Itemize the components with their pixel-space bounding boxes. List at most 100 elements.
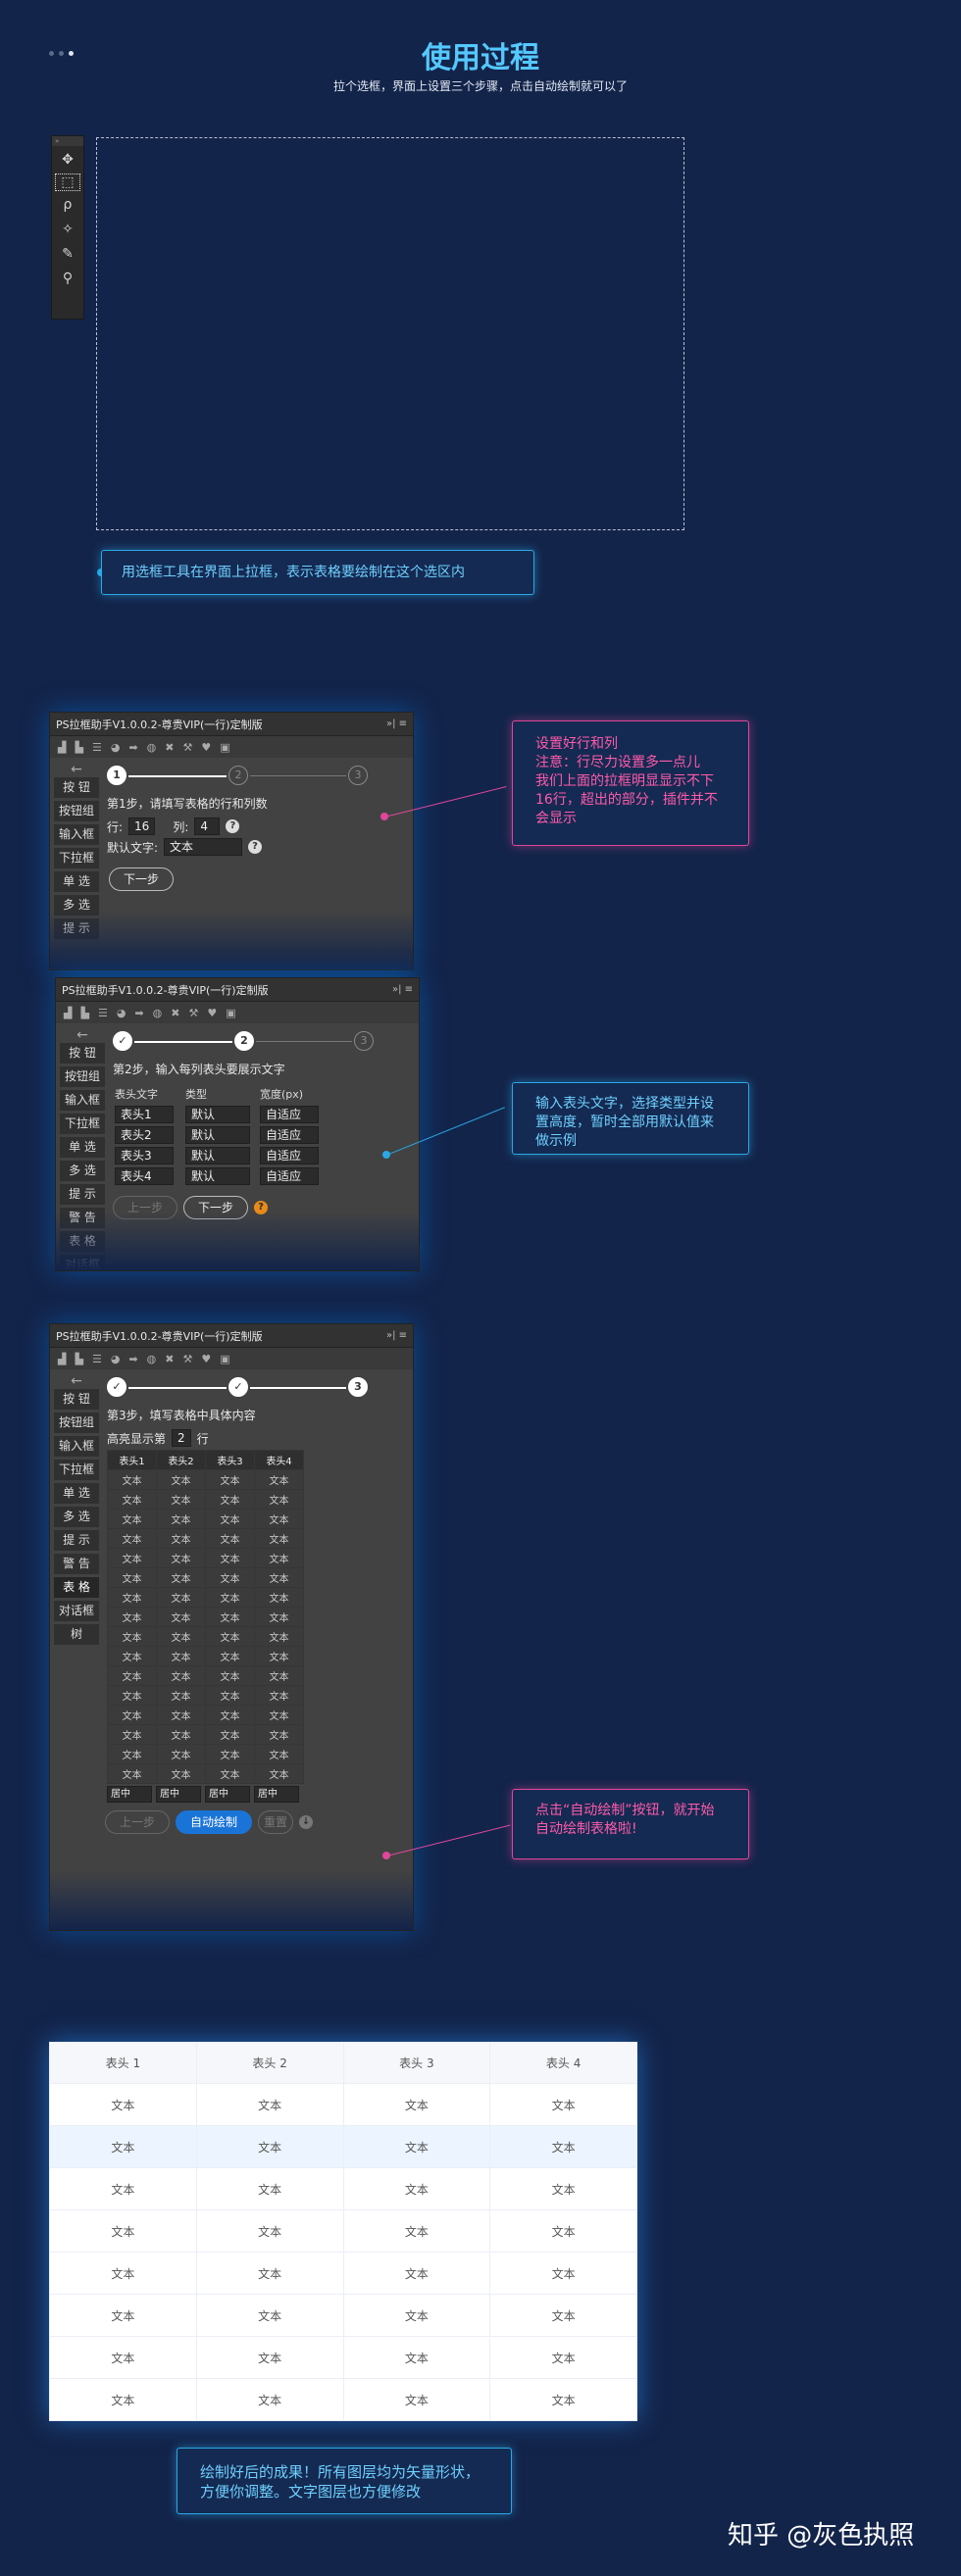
grid-cell[interactable]: 文本: [254, 1626, 304, 1647]
marquee-tool-icon[interactable]: ⬚: [55, 173, 80, 191]
close-icon[interactable]: ✖: [171, 1007, 179, 1019]
grid-cell[interactable]: 文本: [254, 1646, 304, 1666]
close-icon[interactable]: ✖: [165, 1353, 174, 1365]
grid-cell[interactable]: 文本: [156, 1665, 206, 1686]
sidebar-item-dropdown[interactable]: 下拉框: [60, 1114, 105, 1134]
list-icon[interactable]: ☰: [92, 741, 102, 754]
globe-icon[interactable]: ◍: [147, 741, 157, 754]
auto-draw-button[interactable]: 自动绘制: [176, 1810, 253, 1834]
sidebar-item-tip[interactable]: 提 示: [60, 1184, 105, 1205]
grid-cell[interactable]: 文本: [107, 1528, 157, 1549]
sidebar-item-input[interactable]: 输入框: [54, 824, 99, 845]
sidebar-item-button[interactable]: 按 钮: [54, 777, 99, 798]
brush-tool-icon[interactable]: ✎: [55, 243, 80, 265]
grid-cell[interactable]: 文本: [107, 1587, 157, 1608]
grid-cell[interactable]: 文本: [254, 1744, 304, 1764]
globe-icon[interactable]: ◍: [147, 1353, 157, 1365]
grid-cell[interactable]: 文本: [254, 1665, 304, 1686]
grid-cell[interactable]: 文本: [254, 1685, 304, 1706]
toolbar-handle[interactable]: »: [52, 136, 83, 146]
help-icon[interactable]: ?: [226, 819, 240, 833]
pie-icon[interactable]: ◕: [111, 741, 121, 754]
cols-input[interactable]: 4: [194, 817, 221, 835]
align-select[interactable]: 居中: [107, 1786, 152, 1803]
grid-cell[interactable]: 文本: [156, 1587, 206, 1608]
arrow-icon[interactable]: ➡: [128, 741, 137, 754]
highlight-row-input[interactable]: 2: [172, 1429, 191, 1447]
sidebar-item-checkbox[interactable]: 多 选: [54, 1507, 99, 1527]
grid-cell[interactable]: 文本: [107, 1744, 157, 1764]
sidebar-item-warning[interactable]: 警 告: [54, 1554, 99, 1574]
grid-cell[interactable]: 文本: [205, 1724, 255, 1745]
header-text-input[interactable]: 表头3: [115, 1146, 174, 1164]
grid-cell[interactable]: 文本: [107, 1607, 157, 1627]
magic-wand-icon[interactable]: ✧: [55, 219, 80, 240]
sidebar-item-button-group[interactable]: 按钮组: [60, 1066, 105, 1087]
grid-cell[interactable]: 文本: [205, 1469, 255, 1490]
bar-icon[interactable]: ▙: [80, 1007, 88, 1019]
grid-cell[interactable]: 文本: [156, 1528, 206, 1549]
grid-cell[interactable]: 文本: [205, 1646, 255, 1666]
wrench-icon[interactable]: ⚒: [182, 741, 192, 754]
back-arrow-icon[interactable]: ←: [60, 1027, 105, 1043]
grid-cell[interactable]: 文本: [156, 1685, 206, 1706]
grid-cell[interactable]: 文本: [107, 1665, 157, 1686]
grid-cell[interactable]: 文本: [205, 1567, 255, 1588]
chart-icon[interactable]: ▟: [58, 1353, 66, 1365]
next-button[interactable]: 下一步: [109, 867, 175, 891]
sidebar-item-radio[interactable]: 单 选: [54, 1483, 99, 1504]
frame-icon[interactable]: ▣: [226, 1007, 235, 1019]
type-select[interactable]: 默认: [185, 1166, 250, 1185]
align-select[interactable]: 居中: [205, 1786, 250, 1803]
heart-icon[interactable]: ♥: [201, 741, 211, 754]
grid-cell[interactable]: 文本: [205, 1528, 255, 1549]
grid-cell[interactable]: 文本: [254, 1469, 304, 1490]
grid-cell[interactable]: 文本: [156, 1626, 206, 1647]
pie-icon[interactable]: ◕: [111, 1353, 121, 1365]
sidebar-item-table[interactable]: 表 格: [54, 1577, 99, 1598]
grid-cell[interactable]: 文本: [254, 1567, 304, 1588]
sidebar-item-radio[interactable]: 单 选: [54, 871, 99, 892]
sidebar-item-dropdown[interactable]: 下拉框: [54, 848, 99, 868]
grid-cell[interactable]: 文本: [205, 1665, 255, 1686]
grid-cell[interactable]: 文本: [107, 1685, 157, 1706]
header-text-input[interactable]: 表头2: [115, 1125, 174, 1144]
grid-cell[interactable]: 文本: [107, 1509, 157, 1529]
grid-cell[interactable]: 文本: [156, 1469, 206, 1490]
align-select[interactable]: 居中: [254, 1786, 299, 1803]
grid-cell[interactable]: 文本: [205, 1685, 255, 1706]
grid-cell[interactable]: 文本: [205, 1548, 255, 1568]
grid-cell[interactable]: 文本: [205, 1763, 255, 1784]
chart-icon[interactable]: ▟: [64, 1007, 72, 1019]
grid-cell[interactable]: 文本: [156, 1744, 206, 1764]
list-icon[interactable]: ☰: [92, 1353, 102, 1365]
grid-cell[interactable]: 文本: [107, 1489, 157, 1510]
grid-cell[interactable]: 文本: [254, 1489, 304, 1510]
globe-icon[interactable]: ◍: [153, 1007, 163, 1019]
width-input[interactable]: 自适应: [260, 1105, 319, 1123]
download-icon[interactable]: ↓: [299, 1815, 314, 1829]
grid-cell[interactable]: 文本: [107, 1705, 157, 1725]
heart-icon[interactable]: ♥: [201, 1353, 211, 1365]
sidebar-item-dialog[interactable]: 对话框: [54, 1601, 99, 1621]
grid-cell[interactable]: 文本: [156, 1646, 206, 1666]
type-select[interactable]: 默认: [185, 1146, 250, 1164]
type-select[interactable]: 默认: [185, 1125, 250, 1144]
header-text-input[interactable]: 表头1: [115, 1105, 174, 1123]
grid-cell[interactable]: 文本: [205, 1587, 255, 1608]
width-input[interactable]: 自适应: [260, 1166, 319, 1185]
grid-cell[interactable]: 文本: [156, 1724, 206, 1745]
width-input[interactable]: 自适应: [260, 1146, 319, 1164]
grid-cell[interactable]: 文本: [205, 1626, 255, 1647]
grid-cell[interactable]: 文本: [254, 1548, 304, 1568]
prev-button[interactable]: 上一步: [105, 1810, 171, 1834]
sidebar-item-button-group[interactable]: 按钮组: [54, 801, 99, 821]
panel-menu-icon[interactable]: »| ≡: [392, 984, 413, 995]
type-select[interactable]: 默认: [185, 1105, 250, 1123]
pie-icon[interactable]: ◕: [117, 1007, 126, 1019]
header-text-input[interactable]: 表头4: [115, 1166, 174, 1185]
list-icon[interactable]: ☰: [98, 1007, 108, 1019]
reset-button[interactable]: 重置: [258, 1810, 294, 1834]
grid-cell[interactable]: 文本: [205, 1744, 255, 1764]
heart-icon[interactable]: ♥: [207, 1007, 217, 1019]
